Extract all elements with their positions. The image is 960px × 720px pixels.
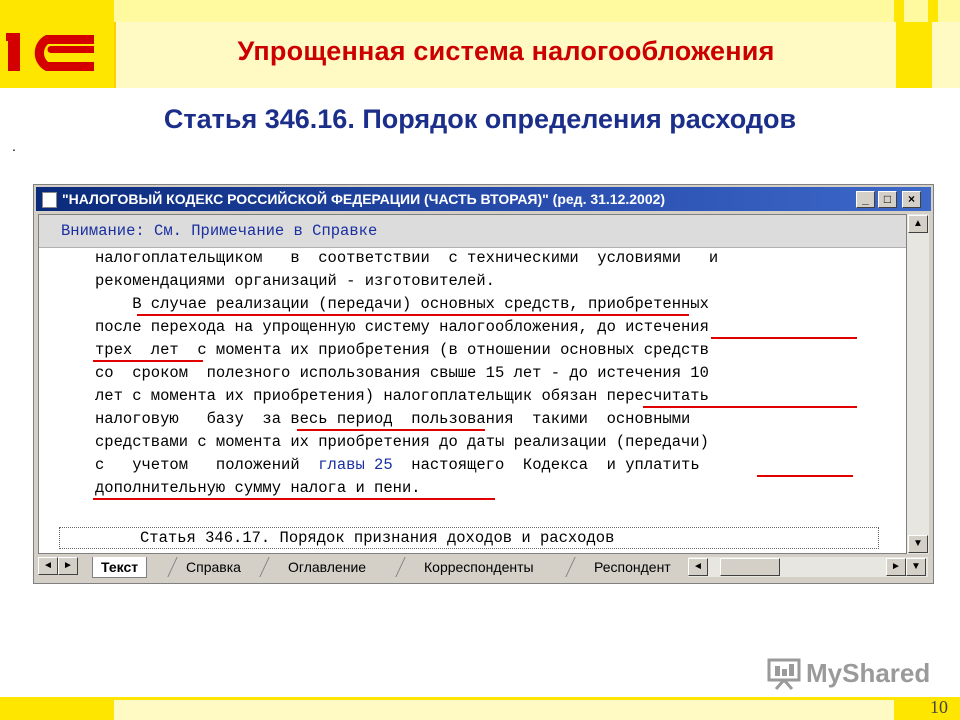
text-line: налогоплательщиком в соответствии с техн… bbox=[95, 249, 719, 267]
tab-respondents[interactable]: Респондент bbox=[594, 557, 671, 577]
tab-correspondents[interactable]: Корреспонденты bbox=[424, 557, 534, 577]
deco-square bbox=[932, 22, 960, 88]
red-underline bbox=[643, 406, 857, 408]
text-line: со сроком полезного использования свыше … bbox=[95, 364, 709, 382]
top-strip-cell bbox=[904, 0, 928, 22]
window-titlebar[interactable]: "НАЛОГОВЫЙ КОДЕКС РОССИЙСКОЙ ФЕДЕРАЦИИ (… bbox=[36, 187, 931, 211]
bullet-dot: . bbox=[12, 138, 16, 154]
minimize-button[interactable]: _ bbox=[856, 191, 875, 208]
scroll-thumb[interactable] bbox=[720, 558, 780, 576]
red-underline bbox=[297, 429, 485, 431]
text-line: с учетом положений главы 25 настоящего К… bbox=[95, 456, 700, 474]
notice-bar: Внимание: См. Примечание в Справке bbox=[39, 215, 906, 248]
slide-subtitle: Статья 346.16. Порядок определения расхо… bbox=[163, 104, 797, 134]
red-underline bbox=[137, 314, 689, 316]
text-line: средствами с момента их приобретения до … bbox=[95, 433, 709, 451]
1c-logo: 1С bbox=[6, 27, 94, 71]
maximize-button[interactable]: □ bbox=[878, 191, 897, 208]
top-strip-cell bbox=[938, 0, 960, 22]
watermark: MyShared bbox=[766, 656, 930, 692]
svg-text:1С: 1С bbox=[6, 27, 8, 28]
presentation-icon bbox=[767, 658, 801, 690]
text-line: рекомендациями организаций - изготовител… bbox=[95, 272, 495, 290]
text-line: В случае реализации (передачи) основных … bbox=[95, 295, 709, 313]
text-line: лет с момента их приобретения) налогопла… bbox=[95, 387, 709, 405]
title-box: Упрощенная система налогообложения bbox=[114, 22, 896, 88]
slide-title: Упрощенная система налогообложения bbox=[237, 36, 775, 66]
tab-help[interactable]: Справка bbox=[186, 557, 241, 577]
tab-separator bbox=[167, 557, 178, 577]
scroll-down-icon[interactable]: ▼ bbox=[908, 535, 928, 553]
document-icon bbox=[42, 192, 57, 208]
next-article-row[interactable]: Статья 346.17. Порядок признания доходов… bbox=[59, 527, 879, 549]
scroll-up-icon[interactable]: ▲ bbox=[908, 215, 928, 233]
codex-window: "НАЛОГОВЫЙ КОДЕКС РОССИЙСКОЙ ФЕДЕРАЦИИ (… bbox=[33, 184, 934, 584]
red-underline bbox=[93, 360, 203, 362]
close-button[interactable]: × bbox=[902, 191, 921, 208]
red-underline bbox=[757, 475, 853, 477]
top-strip bbox=[106, 0, 960, 22]
scroll-down-icon[interactable]: ▼ bbox=[906, 558, 926, 576]
horizontal-scrollbar[interactable]: ◄ ► ▼ bbox=[688, 557, 928, 577]
text-line: трех лет с момента их приобретения (в от… bbox=[95, 341, 709, 359]
scroll-right-icon[interactable]: ► bbox=[886, 558, 906, 576]
bottom-band-cell bbox=[114, 700, 894, 720]
deco-square bbox=[896, 22, 924, 88]
red-underline bbox=[93, 498, 495, 500]
watermark-text: MyShared bbox=[806, 658, 931, 688]
tab-bar: ◄ ► Текст Справка Оглавление Корреспонде… bbox=[36, 555, 931, 579]
tab-contents[interactable]: Оглавление bbox=[288, 557, 366, 577]
scroll-left-icon[interactable]: ◄ bbox=[688, 558, 708, 576]
notice-link[interactable]: Внимание: См. Примечание в Справке bbox=[61, 222, 377, 240]
top-strip-cell bbox=[114, 0, 894, 22]
chapter-25-link[interactable]: главы 25 bbox=[318, 456, 392, 474]
text-line: дополнительную сумму налога и пени. bbox=[95, 479, 421, 497]
red-underline bbox=[711, 337, 857, 339]
tab-text[interactable]: Текст bbox=[92, 557, 148, 578]
next-article-title: Статья 346.17. Порядок признания доходов… bbox=[140, 529, 615, 547]
text-line: налоговую базу за весь период пользовани… bbox=[95, 410, 691, 428]
tab-scroll-left-icon[interactable]: ◄ bbox=[38, 557, 58, 575]
document-pane: Внимание: См. Примечание в Справке налог… bbox=[38, 214, 907, 554]
tab-separator bbox=[395, 557, 406, 577]
tab-scroll-right-icon[interactable]: ► bbox=[58, 557, 78, 575]
tab-separator bbox=[565, 557, 576, 577]
vertical-scrollbar[interactable]: ▲ ▼ bbox=[907, 214, 929, 554]
page-number: 10 bbox=[930, 697, 948, 717]
window-title: "НАЛОГОВЫЙ КОДЕКС РОССИЙСКОЙ ФЕДЕРАЦИИ (… bbox=[62, 191, 666, 207]
tab-separator bbox=[259, 557, 270, 577]
text-line: после перехода на упрощенную систему нал… bbox=[95, 318, 709, 336]
